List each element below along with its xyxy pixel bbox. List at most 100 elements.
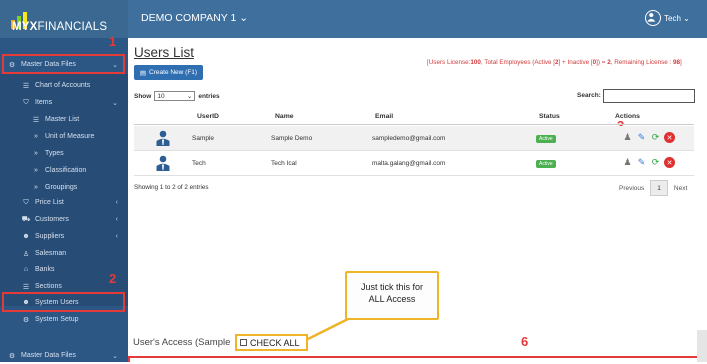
- license-text: ] + Inactive [: [558, 59, 593, 66]
- avatar: [645, 10, 661, 26]
- column-header-status[interactable]: Status: [539, 113, 560, 120]
- user-name: Tech: [664, 13, 681, 23]
- edit-icon[interactable]: ✎: [636, 132, 647, 143]
- callout-line-2: ALL Access: [368, 294, 416, 304]
- annotation-box-1: [2, 54, 125, 74]
- entries-select-value: 10: [157, 93, 165, 100]
- sidebar-item-label: Price List: [35, 199, 64, 206]
- page-1-button[interactable]: 1: [650, 180, 668, 196]
- user-profile-icon[interactable]: ♟: [622, 132, 633, 143]
- chevron-left-icon: ‹: [115, 216, 118, 223]
- create-new-label: Create New (F1): [149, 69, 198, 76]
- sidebar-item-types[interactable]: » Types: [0, 145, 128, 162]
- cell-name: Tech Ical: [271, 160, 297, 167]
- column-header-userid[interactable]: UserID: [197, 113, 219, 120]
- delete-icon[interactable]: ✕: [664, 132, 675, 143]
- sidebar-item-system-setup[interactable]: ⚙ System Setup: [0, 311, 128, 328]
- chevron-left-icon: ‹: [115, 233, 118, 240]
- logo-area[interactable]: MYXFINANCIALS: [0, 0, 128, 38]
- sidebar-item-label: Master List: [45, 116, 80, 123]
- sidebar-item-master-data-files-bottom[interactable]: ⚙ Master Data Files ⌄: [0, 347, 128, 364]
- sidebar-item-unit-of-measure[interactable]: » Unit of Measure: [0, 128, 128, 145]
- status-badge: Active: [536, 135, 556, 143]
- previous-button[interactable]: Previous: [613, 180, 650, 196]
- license-text: ]) =: [596, 59, 608, 66]
- chevron-down-icon: ⌄: [112, 99, 118, 107]
- list-icon: ☰: [22, 82, 30, 90]
- edit-icon[interactable]: ✎: [636, 157, 647, 168]
- users-icon: ☻: [22, 233, 30, 240]
- sidebar: ⚙ Master Data Files ⌄ ☰ Chart of Account…: [0, 38, 128, 362]
- cell-email: malta.galang@gmail.com: [372, 160, 446, 167]
- license-users-count: 100: [470, 59, 481, 66]
- sidebar-item-items[interactable]: ⛉ Items ⌄: [0, 94, 128, 111]
- scrollbar[interactable]: [697, 330, 707, 362]
- check-all-label: CHECK ALL: [250, 337, 300, 348]
- cell-userid: Sample: [192, 135, 215, 142]
- next-button[interactable]: Next: [668, 180, 693, 196]
- license-text: , Remaining License :: [610, 59, 674, 66]
- sidebar-item-salesman[interactable]: ♙ Salesman: [0, 245, 128, 262]
- search-input[interactable]: [603, 89, 695, 103]
- sidebar-item-customers[interactable]: ⛟ Customers ‹: [0, 211, 128, 228]
- entries-select[interactable]: 10 ⌄: [154, 91, 196, 101]
- sidebar-item-label: Customers: [35, 216, 69, 223]
- chevron-down-icon: ⌄: [112, 352, 118, 360]
- show-entries: Show 10 ⌄ entries: [134, 91, 220, 101]
- annotation-number-2: 2: [109, 271, 117, 286]
- chevron-down-icon: ⌄: [239, 12, 249, 24]
- cart-icon: ⛟: [21, 216, 31, 223]
- sidebar-item-label: System Setup: [35, 316, 79, 323]
- sidebar-item-label: Banks: [35, 266, 55, 273]
- delete-icon[interactable]: ✕: [664, 157, 675, 168]
- callout-line-1: Just tick this for: [360, 282, 423, 292]
- top-header: MYXFINANCIALS DEMO COMPANY 1 ⌄ Tech ⌄: [0, 0, 707, 38]
- sidebar-item-suppliers[interactable]: ☻ Suppliers ‹: [0, 228, 128, 245]
- pagination: Previous 1 Next: [613, 180, 693, 196]
- table-header: UserID Name Email Status Actions: [134, 108, 694, 125]
- column-header-name[interactable]: Name: [275, 113, 294, 120]
- create-new-button[interactable]: ▤ Create New (F1): [134, 65, 203, 80]
- annotation-box-6: [128, 356, 699, 362]
- gear-icon: ⚙: [8, 352, 16, 360]
- sidebar-item-price-list[interactable]: ⛉ Price List ‹: [0, 194, 128, 211]
- user-menu[interactable]: Tech ⌄: [645, 10, 690, 26]
- page-title: Users List: [134, 45, 195, 60]
- chevron-left-icon: ‹: [115, 199, 118, 206]
- annotation-box-2: [2, 292, 125, 312]
- sidebar-item-label: Groupings: [45, 184, 78, 191]
- sidebar-item-chart-of-accounts[interactable]: ☰ Chart of Accounts: [0, 77, 128, 94]
- file-icon: ▤: [139, 69, 147, 77]
- license-text: , Total Employees (Active [: [480, 59, 555, 66]
- table-row: Sample Sample Demo sampledemo@gmail.com …: [134, 126, 694, 151]
- check-all-checkbox[interactable]: CHECK ALL: [235, 334, 308, 351]
- refresh-icon[interactable]: ⟳: [650, 132, 661, 143]
- list-icon: ☰: [22, 283, 30, 291]
- user-profile-icon[interactable]: ♟: [622, 157, 633, 168]
- license-suffix: ]: [680, 59, 682, 66]
- tag-icon: ⛉: [23, 198, 29, 206]
- sidebar-item-classification[interactable]: » Classification: [0, 162, 128, 179]
- logo-financials: FINANCIALS: [37, 21, 108, 33]
- cell-name: Sample Demo: [271, 135, 313, 142]
- column-header-email[interactable]: Email: [375, 113, 393, 120]
- company-name: DEMO COMPANY 1: [141, 12, 237, 24]
- sidebar-item-master-list[interactable]: ☰ Master List: [0, 111, 128, 128]
- sidebar-item-label: Types: [45, 150, 64, 157]
- cell-userid: Tech: [192, 160, 206, 167]
- logo-myx: MYX: [12, 21, 38, 33]
- chevron-down-icon: ⌄: [683, 13, 690, 23]
- license-summary: [Users License:100, Total Employees (Act…: [427, 59, 682, 66]
- sidebar-item-label: Chart of Accounts: [35, 82, 91, 89]
- logo-text: MYXFINANCIALS: [12, 21, 107, 33]
- chevron-down-icon: ⌄: [186, 93, 193, 100]
- refresh-icon[interactable]: ⟳: [650, 157, 661, 168]
- search-label: Search:: [577, 92, 601, 99]
- showing-entries-text: Showing 1 to 2 of 2 entries: [134, 184, 209, 191]
- license-prefix: [Users License:: [427, 59, 471, 66]
- checkbox-icon: [240, 339, 247, 346]
- list-icon: ☰: [32, 116, 40, 124]
- company-selector[interactable]: DEMO COMPANY 1 ⌄: [141, 12, 248, 24]
- chevron-right-icon: »: [34, 167, 38, 174]
- user-icon: [156, 155, 170, 171]
